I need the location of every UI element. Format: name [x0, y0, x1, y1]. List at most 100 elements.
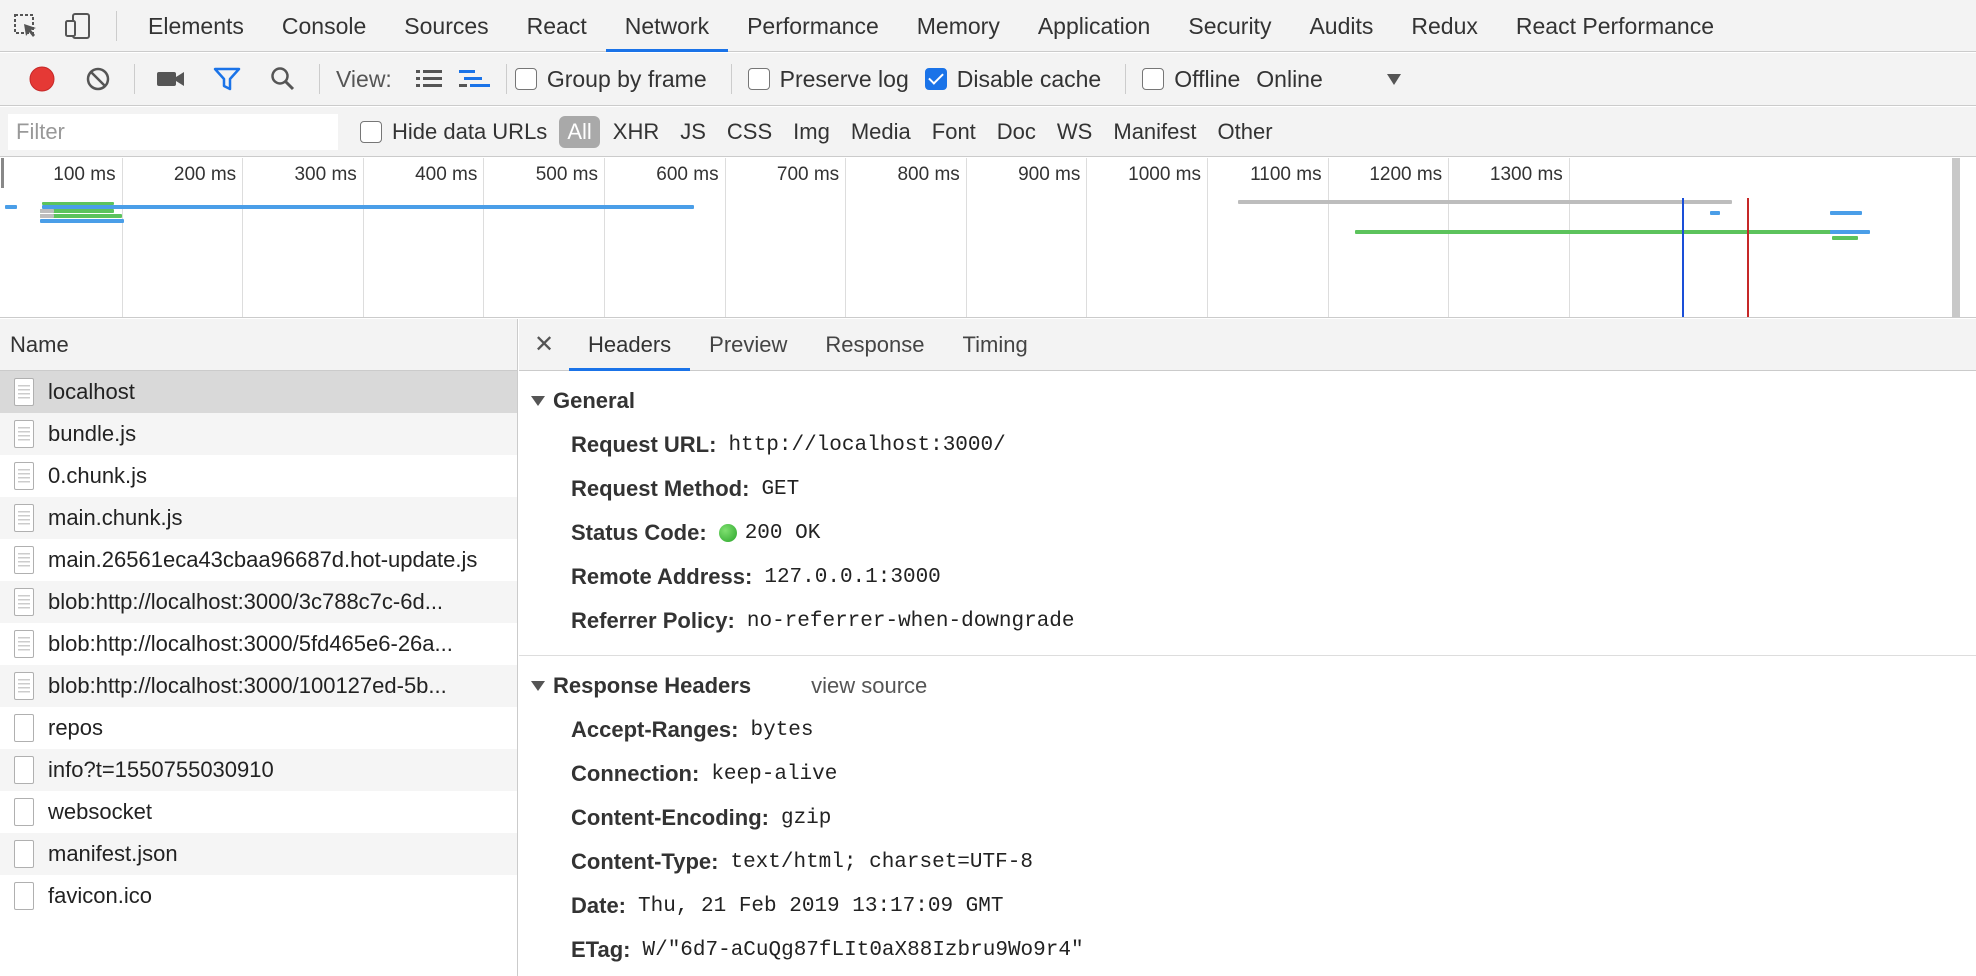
document-icon: [14, 672, 34, 700]
header-key: Request Method:: [571, 476, 750, 501]
header-value: Thu, 21 Feb 2019 13:17:09 GMT: [638, 894, 1004, 918]
tab-react[interactable]: React: [508, 0, 606, 52]
checkbox-box[interactable]: [360, 120, 382, 143]
blank-file-icon: [14, 756, 34, 784]
document-icon: [14, 378, 34, 406]
group-by-frame-checkbox[interactable]: Group by frame: [514, 66, 707, 93]
timeline-gridline: [362, 158, 364, 317]
filter-type-manifest[interactable]: Manifest: [1105, 116, 1204, 148]
filter-type-font[interactable]: Font: [924, 116, 984, 148]
details-tab-timing[interactable]: Timing: [943, 319, 1046, 371]
header-row-date: Date: Thu, 21 Feb 2019 13:17:09 GMT: [519, 884, 1976, 928]
preserve-log-checkbox[interactable]: Preserve log: [747, 66, 909, 93]
checkbox-box[interactable]: [1142, 68, 1165, 90]
request-row[interactable]: websocket: [0, 791, 517, 833]
details-tab-headers[interactable]: Headers: [569, 319, 691, 371]
filter-type-img[interactable]: Img: [785, 116, 838, 148]
tab-application[interactable]: Application: [1019, 0, 1170, 52]
filter-type-all[interactable]: All: [559, 115, 600, 148]
filter-input[interactable]: [8, 113, 338, 150]
timeline-scroll-handle[interactable]: [1952, 158, 1960, 317]
request-row[interactable]: blob:http://localhost:3000/5fd465e6-26a.…: [0, 623, 517, 665]
tab-sources[interactable]: Sources: [385, 0, 507, 52]
header-row-remote-address: Remote Address: 127.0.0.1:3000: [519, 555, 1976, 599]
header-value: 200 OK: [744, 521, 821, 545]
checkbox-box[interactable]: [747, 68, 770, 90]
throttling-select[interactable]: Online: [1256, 66, 1401, 93]
search-icon[interactable]: [255, 53, 311, 106]
name-column-header[interactable]: Name: [0, 319, 517, 371]
load-event-marker: [1747, 198, 1749, 317]
offline-checkbox[interactable]: Offline: [1142, 66, 1240, 93]
general-section-header[interactable]: General: [519, 379, 1976, 423]
record-button[interactable]: [14, 53, 70, 106]
request-row[interactable]: main.26561eca43cbaa96687d.hot-update.js: [0, 539, 517, 581]
tab-audits[interactable]: Audits: [1290, 0, 1392, 52]
header-value: no-referrer-when-downgrade: [746, 609, 1075, 633]
header-row-content-encoding: Content-Encoding: gzip: [519, 796, 1976, 840]
request-bar: [1830, 211, 1862, 215]
timeline-tick-label: 1200 ms: [1369, 164, 1443, 185]
request-row[interactable]: favicon.ico: [0, 875, 517, 917]
overview-waterfall-icon[interactable]: [452, 53, 498, 106]
hide-data-urls-checkbox[interactable]: Hide data URLs: [360, 119, 547, 145]
document-icon: [14, 462, 34, 490]
toolbar-divider: [319, 64, 320, 94]
filter-type-ws[interactable]: WS: [1049, 116, 1100, 148]
header-row-etag: ETag: W/"6d7-aCuQg87fLIt0aX88Izbru9Wo9r4": [519, 928, 1976, 972]
disable-cache-checkbox[interactable]: Disable cache: [924, 66, 1101, 93]
request-row[interactable]: manifest.json: [0, 833, 517, 875]
filter-type-media[interactable]: Media: [843, 116, 919, 148]
details-tab-preview[interactable]: Preview: [690, 319, 806, 371]
filter-type-xhr[interactable]: XHR: [605, 116, 667, 148]
filter-type-other[interactable]: Other: [1210, 116, 1281, 148]
response-headers-section-header[interactable]: Response Headers view source: [519, 664, 1976, 708]
tab-react-performance[interactable]: React Performance: [1497, 0, 1733, 52]
tab-performance[interactable]: Performance: [728, 0, 898, 52]
timeline-tick-label: 1300 ms: [1489, 164, 1563, 185]
capture-screenshots-icon[interactable]: [143, 53, 199, 106]
request-name: localhost: [48, 379, 135, 404]
request-bar: [1238, 200, 1732, 204]
close-icon[interactable]: ✕: [519, 319, 569, 371]
timeline-left-handle[interactable]: [1, 158, 4, 188]
request-row[interactable]: main.chunk.js: [0, 497, 517, 539]
timeline-gridline: [1207, 158, 1208, 317]
tab-network[interactable]: Network: [605, 0, 729, 52]
request-row[interactable]: repos: [0, 707, 517, 749]
request-row[interactable]: 0.chunk.js: [0, 455, 517, 497]
header-value: gzip: [780, 806, 832, 830]
tab-console[interactable]: Console: [263, 0, 385, 52]
request-row[interactable]: bundle.js: [0, 413, 517, 455]
filter-icon[interactable]: [199, 53, 255, 106]
device-toolbar-icon[interactable]: [52, 0, 104, 52]
filter-type-doc[interactable]: Doc: [989, 116, 1044, 148]
filter-type-css[interactable]: CSS: [719, 116, 780, 148]
timeline-tick-label: 800 ms: [897, 164, 960, 185]
request-row[interactable]: blob:http://localhost:3000/3c788c7c-6d..…: [0, 581, 517, 623]
inspect-element-icon[interactable]: [0, 0, 52, 52]
tab-memory[interactable]: Memory: [898, 0, 1019, 52]
request-bar: [42, 202, 114, 205]
blank-file-icon: [14, 882, 34, 910]
request-row[interactable]: localhost: [0, 371, 517, 413]
timeline-gridline: [1327, 158, 1329, 317]
timeline-gridline: [121, 158, 123, 317]
large-request-rows-icon[interactable]: [406, 53, 452, 106]
timeline-overview[interactable]: 100 ms 200 ms 300 ms 400 ms 500 ms 600 ms 700 …: [0, 158, 1976, 318]
request-name: main.chunk.js: [48, 505, 183, 530]
clear-button[interactable]: [70, 53, 126, 106]
tab-elements[interactable]: Elements: [129, 0, 263, 52]
checkbox-box[interactable]: [514, 68, 537, 90]
request-row[interactable]: info?t=1550755030910: [0, 749, 517, 791]
tab-security[interactable]: Security: [1169, 0, 1290, 52]
request-details-panel: ✕ Headers Preview Response Timing General R…: [519, 319, 1976, 976]
request-row[interactable]: blob:http://localhost:3000/100127ed-5b..…: [0, 665, 517, 707]
header-row-request-url: Request URL: http://localhost:3000/: [519, 423, 1976, 467]
header-value: http://localhost:3000/: [728, 433, 1006, 457]
tab-redux[interactable]: Redux: [1392, 0, 1496, 52]
filter-type-js[interactable]: JS: [672, 116, 714, 148]
view-source-link[interactable]: view source: [811, 673, 927, 699]
checkbox-box-checked[interactable]: [924, 68, 947, 90]
details-tab-response[interactable]: Response: [806, 319, 943, 371]
